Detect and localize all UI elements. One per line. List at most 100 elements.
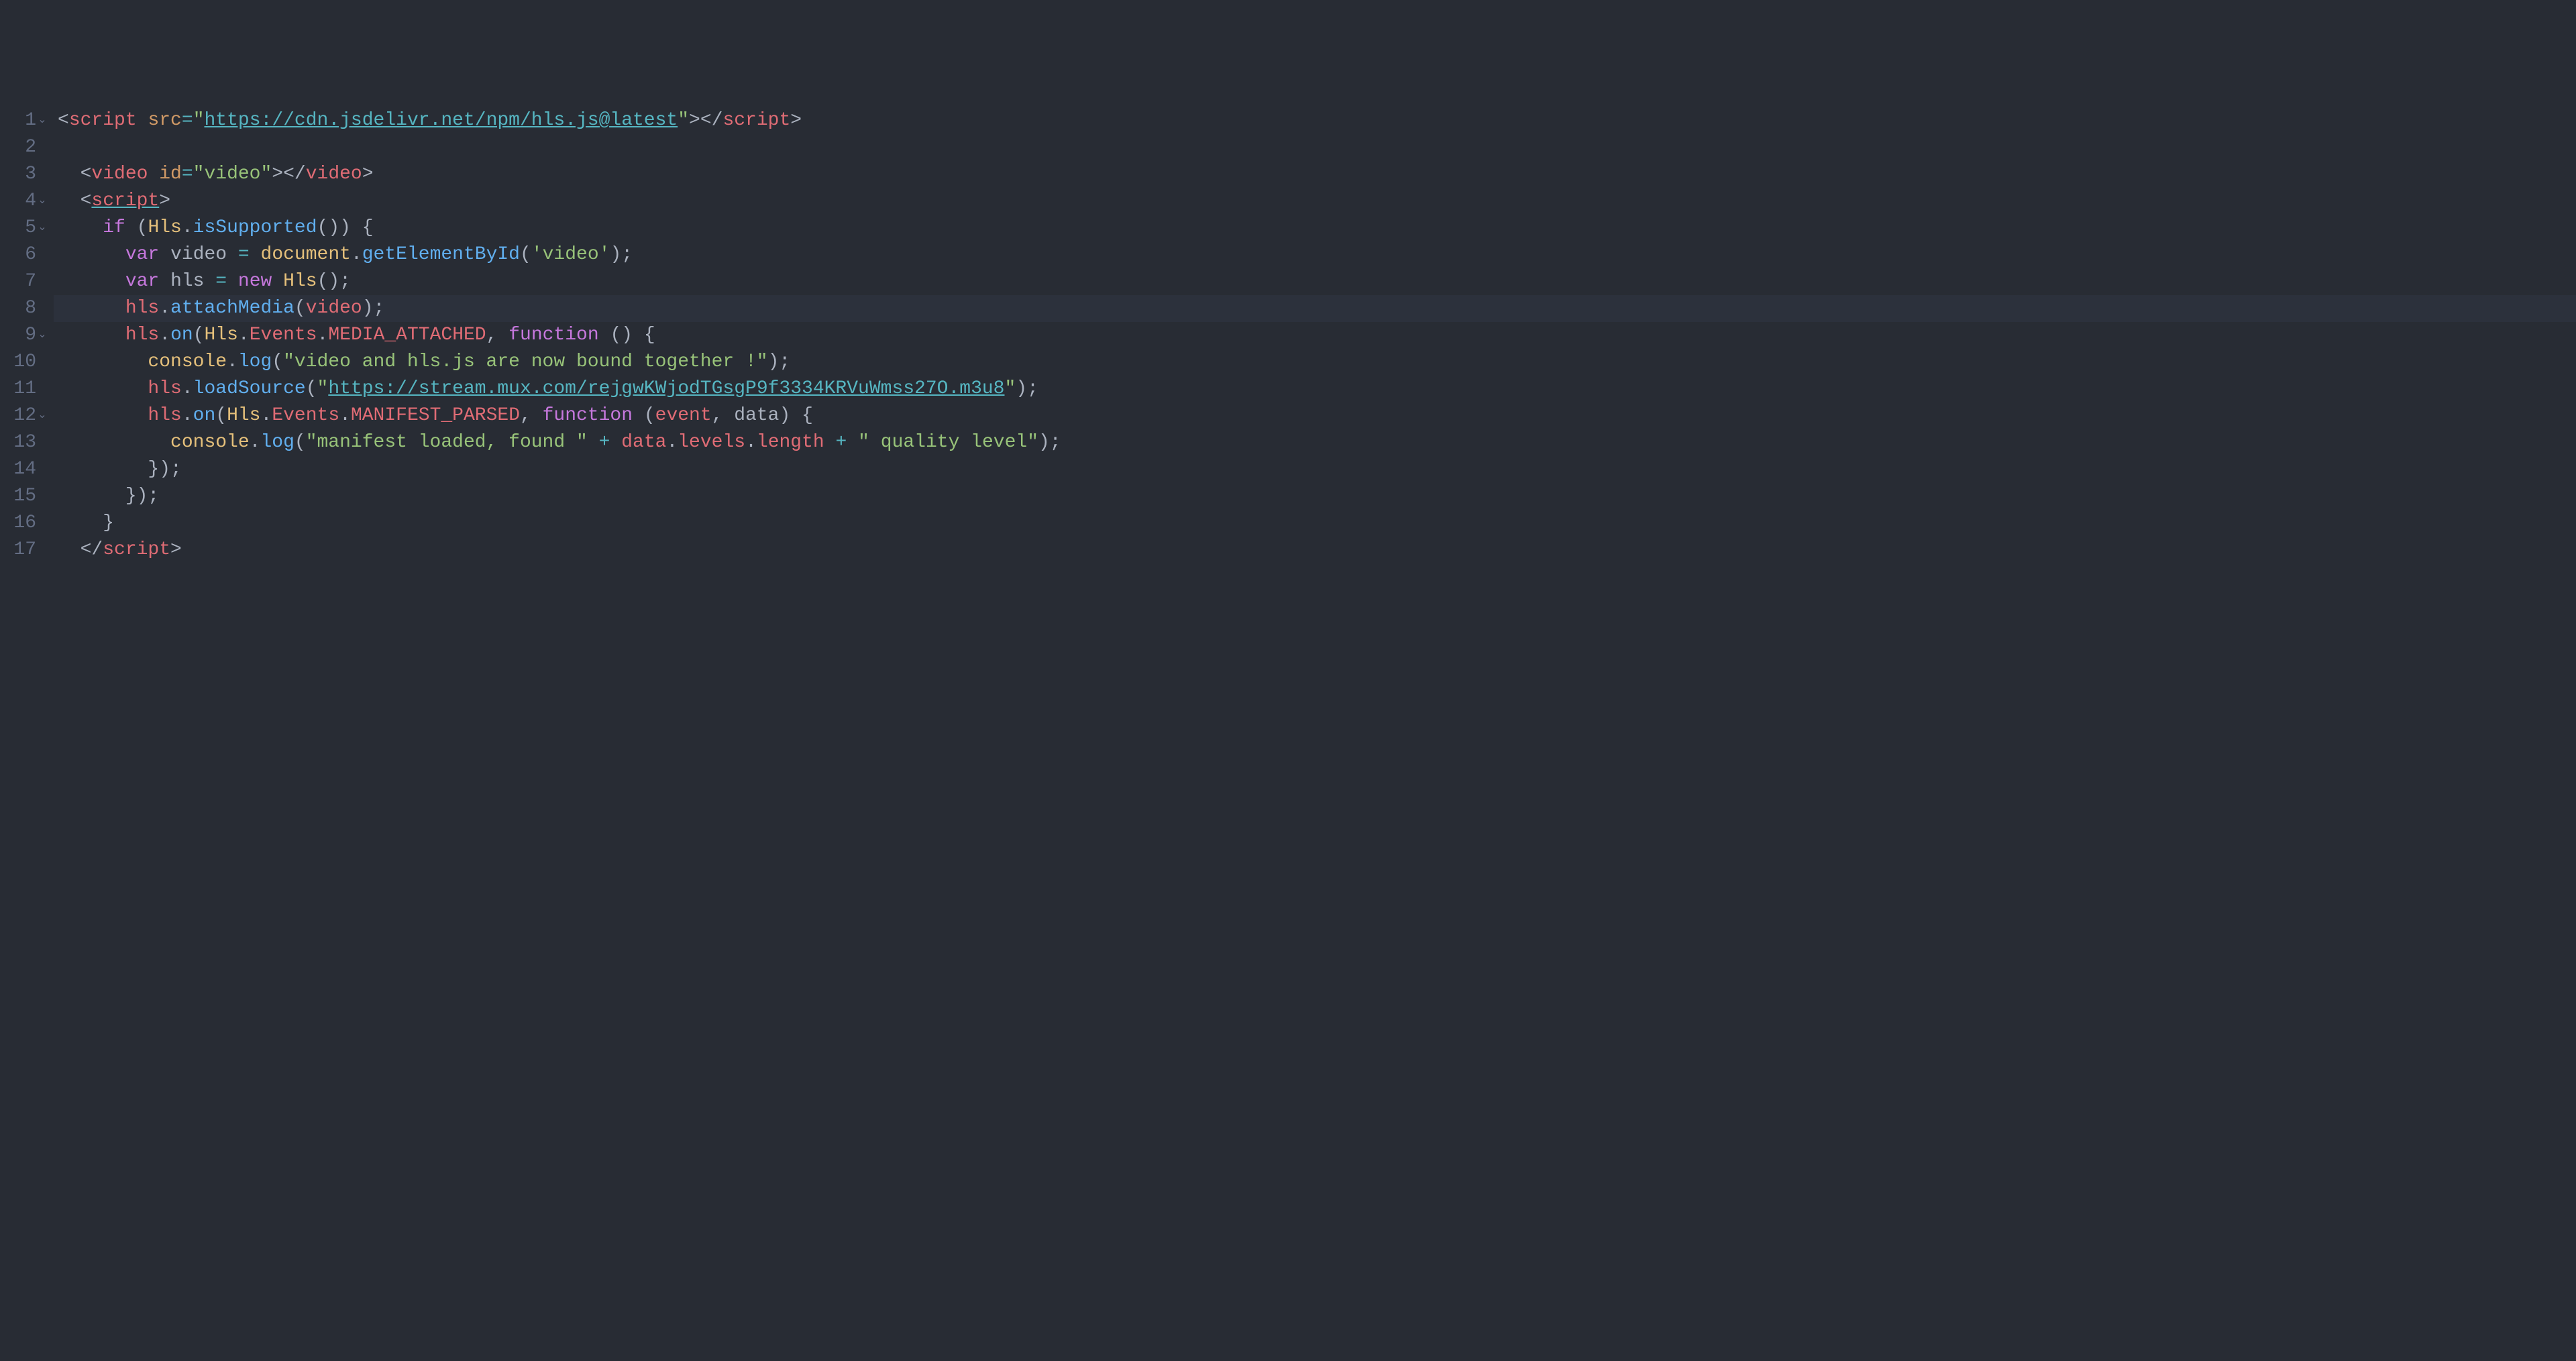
line-number: 3 [9,161,36,188]
code-line[interactable]: hls.loadSource("https://stream.mux.com/r… [54,376,2576,402]
line-number: 17 [9,537,36,563]
token-p [159,244,170,265]
token-vr: event [655,405,712,426]
fold-toggle-icon [36,133,48,160]
code-line[interactable]: var hls = new Hls(); [54,268,2576,295]
token-fn: log [260,432,294,453]
line-number: 7 [9,268,36,295]
code-line[interactable]: } [54,510,2576,537]
fold-toggle-icon[interactable]: ⌄ [36,402,48,429]
token-vr: levels [678,432,745,453]
line-number: 8 [9,295,36,322]
gutter-row[interactable]: 12⌄ [0,402,48,429]
token-pr: Hls [227,405,260,426]
fold-toggle-icon[interactable]: ⌄ [36,187,48,214]
gutter-row[interactable]: 4⌄ [0,188,48,215]
token-kw: new [238,271,272,292]
code-line[interactable]: hls.on(Hls.Events.MEDIA_ATTACHED, functi… [54,322,2576,349]
code-line[interactable]: </script> [54,537,2576,563]
token-p: > [790,110,802,131]
gutter-row[interactable]: 7 [0,268,48,295]
gutter-row[interactable]: 13 [0,429,48,456]
fold-toggle-icon[interactable]: ⌄ [36,321,48,348]
token-fn: on [170,325,193,345]
token-op: = [215,271,227,292]
token-kw: var [125,244,159,265]
code-line[interactable]: console.log("manifest loaded, found " + … [54,429,2576,456]
code-line[interactable]: if (Hls.isSupported()) { [54,215,2576,241]
token-p: (); [317,271,351,292]
line-number: 11 [9,376,36,402]
line-gutter[interactable]: 1⌄2 3 4⌄5⌄6 7 8 9⌄10 11 12⌄13 14 15 16 1… [0,107,54,1227]
token-fn: getElementById [362,244,520,265]
token-p: . [666,432,678,453]
gutter-row[interactable]: 8 [0,295,48,322]
code-line[interactable] [54,134,2576,161]
token-tg: script [91,190,159,211]
gutter-row[interactable]: 3 [0,161,48,188]
fold-toggle-icon [36,160,48,187]
fold-toggle-icon [36,268,48,294]
token-p: ); [362,298,385,319]
gutter-row[interactable]: 11 [0,376,48,402]
token-p [58,432,170,453]
code-line[interactable]: var video = document.getElementById('vid… [54,241,2576,268]
token-p: . [227,351,238,372]
token-p: ( [193,325,205,345]
gutter-row[interactable]: 17 [0,537,48,563]
gutter-row[interactable]: 16 [0,510,48,537]
token-pr: Hls [204,325,237,345]
line-number: 12 [9,402,36,429]
token-kw: var [125,271,159,292]
code-line[interactable]: console.log("video and hls.js are now bo… [54,349,2576,376]
token-vd: video [170,244,227,265]
gutter-row[interactable]: 2 [0,134,48,161]
code-line[interactable]: }); [54,456,2576,483]
token-op: = [182,164,193,184]
line-number: 16 [9,510,36,537]
gutter-row[interactable]: 10 [0,349,48,376]
fold-toggle-icon [36,482,48,509]
token-p: </ [58,539,103,560]
token-vr: length [757,432,824,453]
token-p [58,378,148,399]
line-number: 4 [9,188,36,215]
gutter-row[interactable]: 5⌄ [0,215,48,241]
code-area[interactable]: <script src="https://cdn.jsdelivr.net/np… [54,107,2576,1227]
token-p [588,432,599,453]
gutter-row[interactable]: 9⌄ [0,322,48,349]
code-line[interactable]: <video id="video"></video> [54,161,2576,188]
token-pa: data [734,405,779,426]
token-kw: if [103,217,125,238]
gutter-row[interactable]: 1⌄ [0,107,48,134]
token-fn: attachMedia [170,298,294,319]
token-p: . [317,325,329,345]
token-vr: MANIFEST_PARSED [351,405,520,426]
gutter-row[interactable]: 14 [0,456,48,483]
gutter-row[interactable]: 6 [0,241,48,268]
token-p: ( [272,351,283,372]
token-p: ( [520,244,531,265]
token-p: . [339,405,351,426]
token-st: 'video' [531,244,610,265]
fold-toggle-icon[interactable]: ⌄ [36,214,48,241]
code-line[interactable]: hls.attachMedia(video); [54,295,2576,322]
token-fn: on [193,405,216,426]
token-pr: document [261,244,351,265]
gutter-row[interactable]: 15 [0,483,48,510]
token-p: ); [1038,432,1061,453]
token-st: " [317,378,329,399]
token-at: id [159,164,182,184]
code-line[interactable]: }); [54,483,2576,510]
code-editor[interactable]: 1⌄2 3 4⌄5⌄6 7 8 9⌄10 11 12⌄13 14 15 16 1… [0,107,2576,1227]
code-line[interactable]: hls.on(Hls.Events.MANIFEST_PARSED, funct… [54,402,2576,429]
code-line[interactable]: <script src="https://cdn.jsdelivr.net/np… [54,107,2576,134]
token-kw: function [508,325,598,345]
token-p: < [58,110,69,131]
token-p: < [58,164,91,184]
token-p [58,298,125,319]
token-p: ); [610,244,633,265]
fold-toggle-icon[interactable]: ⌄ [36,107,48,133]
code-line[interactable]: <script> [54,188,2576,215]
token-p: ( [294,298,306,319]
